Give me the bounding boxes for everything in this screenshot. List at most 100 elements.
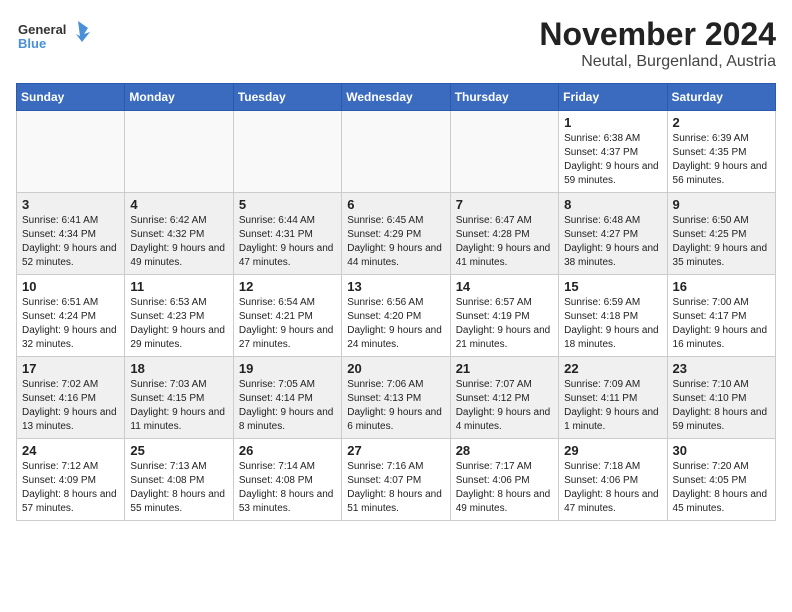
calendar-cell: 12 Sunrise: 6:54 AMSunset: 4:21 PMDayligh…: [233, 275, 341, 357]
day-number: 10: [22, 279, 119, 294]
day-number: 22: [564, 361, 661, 376]
cell-content: Sunrise: 6:57 AMSunset: 4:19 PMDaylight:…: [456, 296, 553, 352]
calendar-cell: [233, 111, 341, 193]
calendar-cell: 26 Sunrise: 7:14 AMSunset: 4:08 PMDayligh…: [233, 439, 341, 521]
header-cell-wednesday: Wednesday: [342, 84, 450, 111]
calendar-cell: 14 Sunrise: 6:57 AMSunset: 4:19 PMDayligh…: [450, 275, 558, 357]
cell-content: Sunrise: 6:48 AMSunset: 4:27 PMDaylight:…: [564, 214, 661, 270]
day-number: 12: [239, 279, 336, 294]
day-number: 13: [347, 279, 444, 294]
day-number: 1: [564, 115, 661, 130]
day-number: 4: [130, 197, 227, 212]
day-number: 24: [22, 443, 119, 458]
day-number: 14: [456, 279, 553, 294]
cell-content: Sunrise: 6:59 AMSunset: 4:18 PMDaylight:…: [564, 296, 661, 352]
calendar-cell: 27Sunrise: 7:16 AMSunset: 4:07 PMDayligh…: [342, 439, 450, 521]
cell-content: Sunrise: 6:41 AMSunset: 4:34 PMDaylight:…: [22, 214, 119, 270]
calendar-cell: 11 Sunrise: 6:53 AMSunset: 4:23 PMDayligh…: [125, 275, 233, 357]
calendar-week-3: 17 Sunrise: 7:02 AMSunset: 4:16 PMDayligh…: [17, 357, 776, 439]
day-number: 29: [564, 443, 661, 458]
day-number: 3: [22, 197, 119, 212]
cell-content: Sunrise: 6:47 AMSunset: 4:28 PMDaylight:…: [456, 214, 553, 270]
calendar-body: 1 Sunrise: 6:38 AMSunset: 4:37 PMDaylight…: [17, 111, 776, 521]
title-area: November 2024 Neutal, Burgenland, Austri…: [539, 16, 776, 71]
calendar-cell: 30Sunrise: 7:20 AMSunset: 4:05 PMDayligh…: [667, 439, 775, 521]
day-number: 28: [456, 443, 553, 458]
calendar-cell: 6 Sunrise: 6:45 AMSunset: 4:29 PMDaylight…: [342, 193, 450, 275]
calendar-cell: [17, 111, 125, 193]
calendar-cell: 13 Sunrise: 6:56 AMSunset: 4:20 PMDayligh…: [342, 275, 450, 357]
calendar-cell: 5 Sunrise: 6:44 AMSunset: 4:31 PMDaylight…: [233, 193, 341, 275]
calendar-cell: 29 Sunrise: 7:18 AMSunset: 4:06 PMDayligh…: [559, 439, 667, 521]
header-row: SundayMondayTuesdayWednesdayThursdayFrid…: [17, 84, 776, 111]
day-number: 6: [347, 197, 444, 212]
cell-content: Sunrise: 7:14 AMSunset: 4:08 PMDaylight:…: [239, 460, 336, 516]
cell-content: Sunrise: 6:38 AMSunset: 4:37 PMDaylight:…: [564, 132, 661, 188]
calendar-cell: [450, 111, 558, 193]
header-cell-tuesday: Tuesday: [233, 84, 341, 111]
calendar-cell: 1 Sunrise: 6:38 AMSunset: 4:37 PMDaylight…: [559, 111, 667, 193]
calendar-week-1: 3 Sunrise: 6:41 AMSunset: 4:34 PMDaylight…: [17, 193, 776, 275]
cell-content: Sunrise: 6:42 AMSunset: 4:32 PMDaylight:…: [130, 214, 227, 270]
cell-content: Sunrise: 7:13 AMSunset: 4:08 PMDaylight:…: [130, 460, 227, 516]
calendar-cell: 28Sunrise: 7:17 AMSunset: 4:06 PMDayligh…: [450, 439, 558, 521]
day-number: 11: [130, 279, 227, 294]
day-number: 20: [347, 361, 444, 376]
calendar-cell: 15 Sunrise: 6:59 AMSunset: 4:18 PMDayligh…: [559, 275, 667, 357]
calendar-cell: 4 Sunrise: 6:42 AMSunset: 4:32 PMDaylight…: [125, 193, 233, 275]
cell-content: Sunrise: 7:18 AMSunset: 4:06 PMDaylight:…: [564, 460, 661, 516]
calendar-cell: 18Sunrise: 7:03 AMSunset: 4:15 PMDayligh…: [125, 357, 233, 439]
calendar-week-0: 1 Sunrise: 6:38 AMSunset: 4:37 PMDaylight…: [17, 111, 776, 193]
day-number: 15: [564, 279, 661, 294]
calendar-cell: 19 Sunrise: 7:05 AMSunset: 4:14 PMDayligh…: [233, 357, 341, 439]
calendar-cell: 23 Sunrise: 7:10 AMSunset: 4:10 PMDayligh…: [667, 357, 775, 439]
calendar-week-2: 10 Sunrise: 6:51 AMSunset: 4:24 PMDayligh…: [17, 275, 776, 357]
calendar-table: SundayMondayTuesdayWednesdayThursdayFrid…: [16, 83, 776, 521]
cell-content: Sunrise: 6:44 AMSunset: 4:31 PMDaylight:…: [239, 214, 336, 270]
day-number: 26: [239, 443, 336, 458]
day-number: 2: [673, 115, 770, 130]
day-number: 30: [673, 443, 770, 458]
calendar-cell: 24Sunrise: 7:12 AMSunset: 4:09 PMDayligh…: [17, 439, 125, 521]
cell-content: Sunrise: 7:05 AMSunset: 4:14 PMDaylight:…: [239, 378, 336, 434]
day-number: 25: [130, 443, 227, 458]
calendar-cell: 22Sunrise: 7:09 AMSunset: 4:11 PMDayligh…: [559, 357, 667, 439]
logo-svg: GeneralBlue: [16, 16, 96, 56]
main-title: November 2024: [539, 16, 776, 53]
header-cell-thursday: Thursday: [450, 84, 558, 111]
calendar-cell: [125, 111, 233, 193]
calendar-week-4: 24Sunrise: 7:12 AMSunset: 4:09 PMDayligh…: [17, 439, 776, 521]
calendar-cell: 20Sunrise: 7:06 AMSunset: 4:13 PMDayligh…: [342, 357, 450, 439]
header-cell-saturday: Saturday: [667, 84, 775, 111]
cell-content: Sunrise: 6:53 AMSunset: 4:23 PMDaylight:…: [130, 296, 227, 352]
cell-content: Sunrise: 6:51 AMSunset: 4:24 PMDaylight:…: [22, 296, 119, 352]
cell-content: Sunrise: 7:10 AMSunset: 4:10 PMDaylight:…: [673, 378, 770, 434]
cell-content: Sunrise: 6:39 AMSunset: 4:35 PMDaylight:…: [673, 132, 770, 188]
header-cell-sunday: Sunday: [17, 84, 125, 111]
calendar-cell: [342, 111, 450, 193]
calendar-cell: 17 Sunrise: 7:02 AMSunset: 4:16 PMDayligh…: [17, 357, 125, 439]
cell-content: Sunrise: 6:50 AMSunset: 4:25 PMDaylight:…: [673, 214, 770, 270]
day-number: 9: [673, 197, 770, 212]
calendar-cell: 3 Sunrise: 6:41 AMSunset: 4:34 PMDaylight…: [17, 193, 125, 275]
cell-content: Sunrise: 7:02 AMSunset: 4:16 PMDaylight:…: [22, 378, 119, 434]
calendar-cell: 9 Sunrise: 6:50 AMSunset: 4:25 PMDaylight…: [667, 193, 775, 275]
day-number: 5: [239, 197, 336, 212]
day-number: 19: [239, 361, 336, 376]
cell-content: Sunrise: 6:45 AMSunset: 4:29 PMDaylight:…: [347, 214, 444, 270]
svg-text:Blue: Blue: [18, 36, 46, 51]
day-number: 23: [673, 361, 770, 376]
header-cell-monday: Monday: [125, 84, 233, 111]
logo: GeneralBlue: [16, 16, 96, 56]
day-number: 17: [22, 361, 119, 376]
day-number: 27: [347, 443, 444, 458]
header-cell-friday: Friday: [559, 84, 667, 111]
cell-content: Sunrise: 6:54 AMSunset: 4:21 PMDaylight:…: [239, 296, 336, 352]
day-number: 7: [456, 197, 553, 212]
calendar-header: SundayMondayTuesdayWednesdayThursdayFrid…: [17, 84, 776, 111]
subtitle: Neutal, Burgenland, Austria: [539, 53, 776, 71]
day-number: 21: [456, 361, 553, 376]
cell-content: Sunrise: 6:56 AMSunset: 4:20 PMDaylight:…: [347, 296, 444, 352]
calendar-cell: 7 Sunrise: 6:47 AMSunset: 4:28 PMDaylight…: [450, 193, 558, 275]
cell-content: Sunrise: 7:00 AMSunset: 4:17 PMDaylight:…: [673, 296, 770, 352]
